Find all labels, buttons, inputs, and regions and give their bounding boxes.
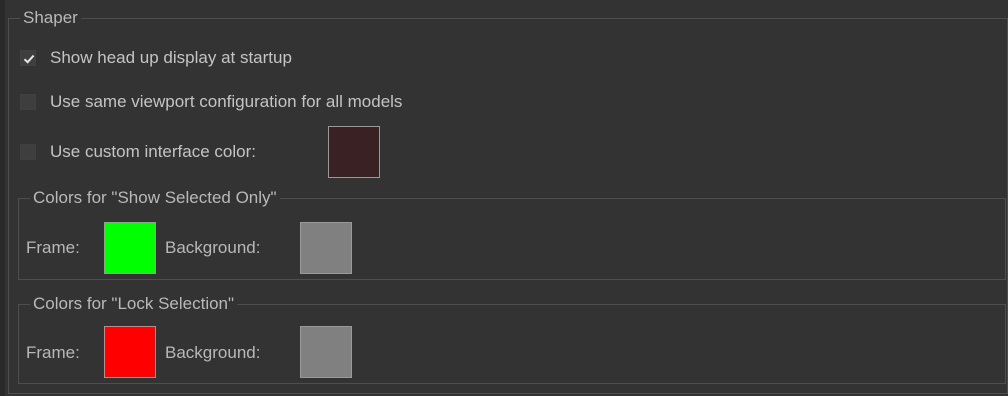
- show-hud-checkbox[interactable]: [20, 50, 36, 66]
- lock-selection-frame-label: Frame:: [26, 343, 80, 362]
- same-viewport-checkbox[interactable]: [20, 94, 36, 110]
- show-hud-option[interactable]: Show head up display at startup: [20, 42, 292, 74]
- custom-color-label: Use custom interface color:: [50, 142, 256, 161]
- custom-interface-color-swatch[interactable]: [328, 126, 380, 178]
- same-viewport-label: Use same viewport configuration for all …: [50, 92, 403, 111]
- show-selected-frame-label: Frame:: [26, 238, 80, 257]
- show-selected-only-title: Colors for "Show Selected Only": [30, 188, 280, 208]
- show-selected-frame-color-swatch[interactable]: [104, 222, 156, 274]
- shaper-group-title: Shaper: [20, 8, 81, 28]
- lock-selection-frame-color-swatch[interactable]: [104, 326, 156, 378]
- lock-selection-title: Colors for "Lock Selection": [30, 294, 238, 314]
- checkmark-icon: [23, 54, 35, 64]
- shaper-settings-panel: Shaper Show head up display at startup U…: [0, 0, 1008, 396]
- custom-color-checkbox[interactable]: [20, 144, 36, 160]
- panel-left-edge: [0, 0, 5, 396]
- same-viewport-option[interactable]: Use same viewport configuration for all …: [20, 86, 402, 118]
- show-hud-label: Show head up display at startup: [50, 48, 292, 67]
- show-selected-background-color-swatch[interactable]: [300, 222, 352, 274]
- custom-color-option[interactable]: Use custom interface color:: [20, 136, 256, 168]
- lock-selection-background-label: Background:: [165, 343, 261, 362]
- show-selected-background-label: Background:: [165, 238, 261, 257]
- lock-selection-background-color-swatch[interactable]: [300, 326, 352, 378]
